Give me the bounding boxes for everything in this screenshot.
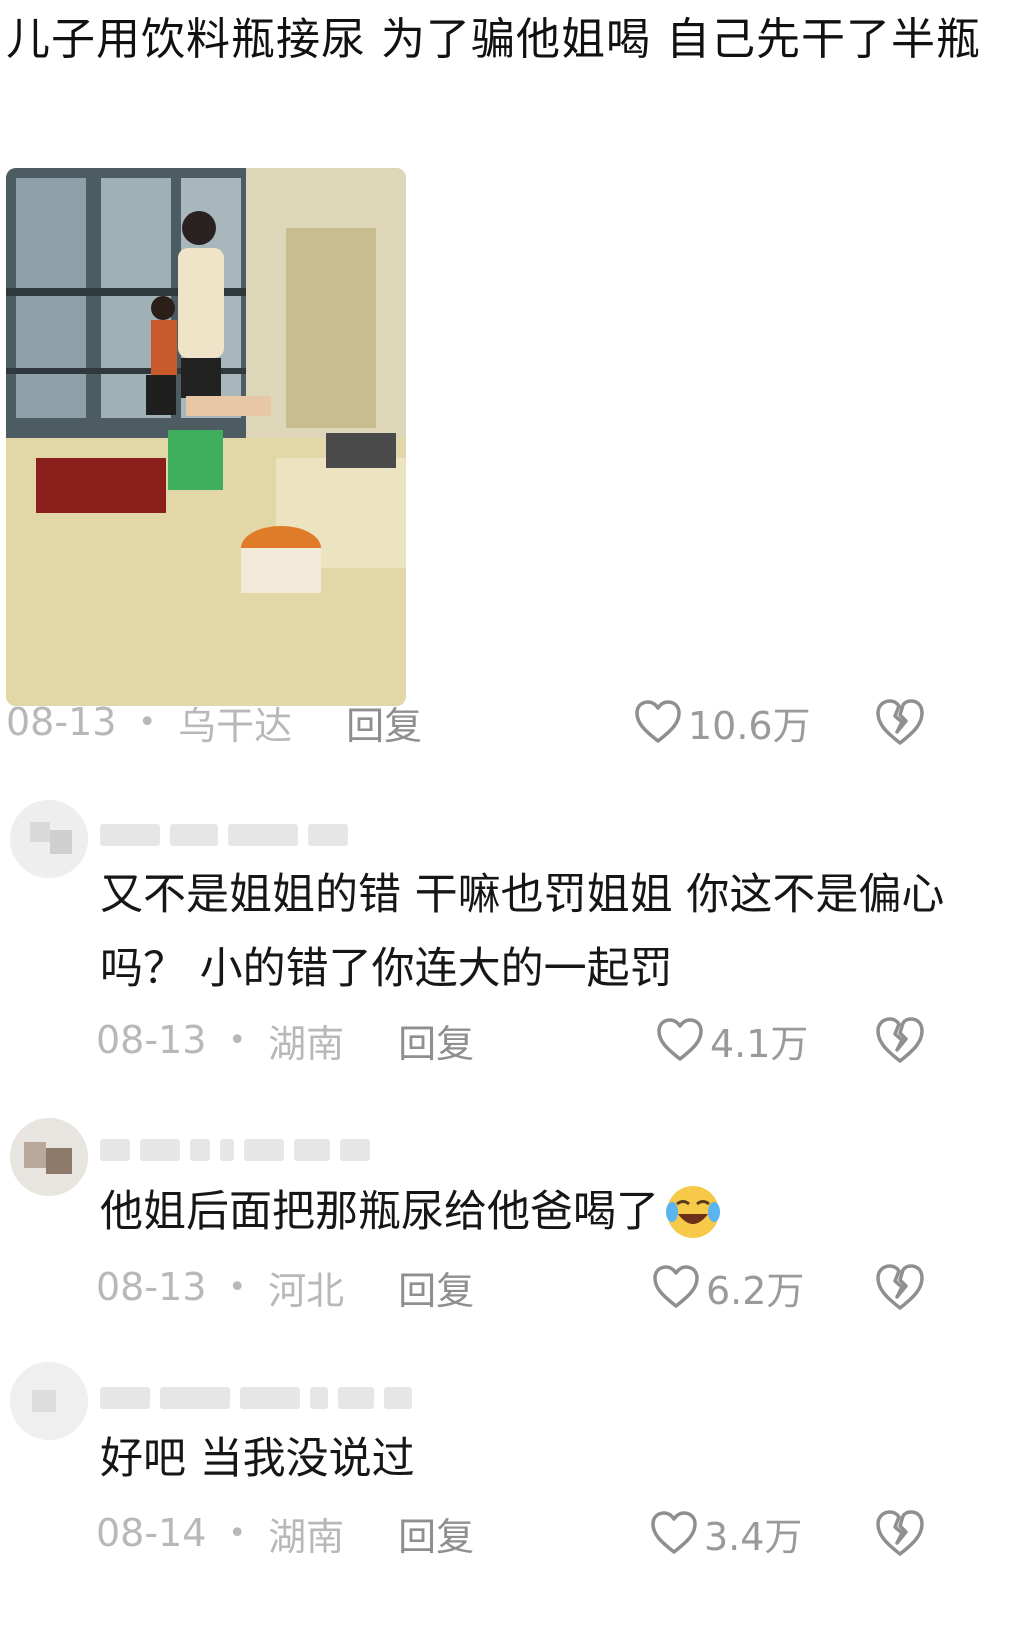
username-blurred[interactable] bbox=[100, 815, 348, 855]
comment-date: 08-14 bbox=[96, 1511, 207, 1555]
avatar[interactable] bbox=[10, 800, 88, 878]
broken-heart-icon[interactable] bbox=[874, 1262, 926, 1314]
heart-outline-icon bbox=[651, 1511, 697, 1554]
broken-heart-icon[interactable] bbox=[874, 1015, 926, 1067]
comment-location: 河北 bbox=[268, 1268, 345, 1313]
laughing-crying-emoji-icon bbox=[666, 1186, 720, 1238]
comment-date: 08-13 bbox=[96, 1265, 207, 1309]
comment-location: 湖南 bbox=[268, 1514, 345, 1559]
like-button[interactable]: 6.2万 bbox=[652, 1257, 804, 1317]
like-count: 3.4万 bbox=[704, 1514, 803, 1559]
like-count: 4.1万 bbox=[710, 1021, 809, 1066]
comment-date: 08-13 bbox=[96, 1018, 207, 1062]
post-meta: 08-13 • 乌干达 回复 bbox=[6, 692, 422, 752]
broken-heart-icon[interactable] bbox=[874, 697, 926, 749]
avatar[interactable] bbox=[10, 1118, 88, 1196]
heart-outline-icon bbox=[653, 1265, 699, 1308]
heart-outline-icon bbox=[635, 700, 681, 743]
avatar-blurred bbox=[10, 1362, 88, 1440]
like-count: 6.2万 bbox=[706, 1268, 805, 1313]
comment-meta: 08-13 • 河北 回复 bbox=[96, 1257, 474, 1317]
reply-button[interactable]: 回复 bbox=[398, 1260, 474, 1315]
like-button[interactable]: 3.4万 bbox=[650, 1503, 802, 1563]
reply-button[interactable]: 回复 bbox=[398, 1013, 474, 1068]
comment-location: 湖南 bbox=[268, 1021, 345, 1066]
reply-button[interactable]: 回复 bbox=[398, 1506, 474, 1561]
like-button[interactable]: 10.6万 bbox=[634, 692, 811, 752]
comment-text: 又不是姐姐的错 干嘛也罚姐姐 你这不是偏心吗？ 小的错了你连大的一起罚 bbox=[100, 870, 945, 994]
post-text: 儿子用饮料瓶接尿 为了骗他姐喝 自己先干了半瓶 bbox=[6, 14, 981, 65]
avatar[interactable] bbox=[10, 1362, 88, 1440]
post-photo[interactable] bbox=[6, 168, 406, 706]
broken-heart-icon[interactable] bbox=[874, 1508, 926, 1560]
comment-text: 他姐后面把那瓶尿给他爸喝了 bbox=[100, 1187, 659, 1237]
photo-scene bbox=[6, 168, 406, 706]
comment-meta: 08-14 • 湖南 回复 bbox=[96, 1503, 474, 1563]
meta-separator-dot: • bbox=[228, 1022, 247, 1058]
post-location: 乌干达 bbox=[178, 703, 293, 748]
comment-text-row: 他姐后面把那瓶尿给他爸喝了 bbox=[100, 1175, 980, 1249]
like-button[interactable]: 4.1万 bbox=[656, 1010, 808, 1070]
comment-text: 好吧 当我没说过 bbox=[100, 1434, 415, 1484]
heart-outline-icon bbox=[657, 1018, 703, 1061]
like-count: 10.6万 bbox=[688, 703, 811, 748]
avatar-blurred bbox=[10, 800, 88, 878]
post-date: 08-13 bbox=[6, 700, 117, 744]
avatar-blurred bbox=[10, 1118, 88, 1196]
comment-meta: 08-13 • 湖南 回复 bbox=[96, 1010, 474, 1070]
meta-separator-dot: • bbox=[228, 1269, 247, 1305]
meta-separator-dot: • bbox=[228, 1515, 247, 1551]
meta-separator-dot: • bbox=[138, 704, 157, 740]
username-blurred[interactable] bbox=[100, 1130, 370, 1170]
username-blurred[interactable] bbox=[100, 1378, 412, 1418]
reply-button[interactable]: 回复 bbox=[346, 695, 422, 750]
